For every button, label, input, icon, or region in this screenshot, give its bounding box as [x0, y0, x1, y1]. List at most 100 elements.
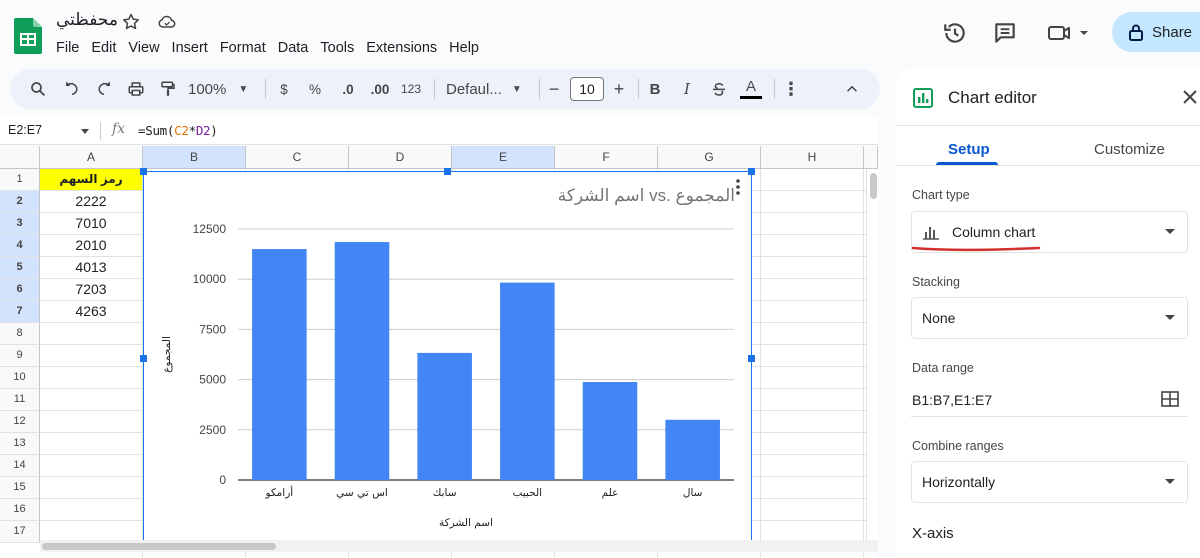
dropdown-caret-icon: [1165, 229, 1175, 234]
cell-a7[interactable]: 4263: [40, 301, 143, 323]
name-box-dropdown-icon[interactable]: [80, 126, 90, 136]
menu-extensions[interactable]: Extensions: [360, 38, 443, 58]
horizontal-scroll-thumb[interactable]: [42, 543, 276, 550]
row-header-13[interactable]: 13: [0, 433, 40, 455]
strikethrough-icon[interactable]: [708, 77, 730, 101]
increase-font-size-icon[interactable]: +: [610, 77, 628, 101]
cell-a2[interactable]: 2222: [40, 191, 143, 213]
row-header-4[interactable]: 4: [0, 235, 40, 257]
percent-format-button[interactable]: %: [304, 77, 326, 101]
row-header-6[interactable]: 6: [0, 279, 40, 301]
menu-edit[interactable]: Edit: [85, 38, 122, 58]
search-menus-icon[interactable]: [26, 77, 50, 101]
select-range-grid-icon[interactable]: [1161, 391, 1179, 407]
bold-button[interactable]: B: [646, 77, 664, 101]
y-tick-label: 5000: [199, 373, 226, 387]
column-header-a[interactable]: A: [40, 146, 143, 169]
menu-format[interactable]: Format: [214, 38, 272, 58]
document-title[interactable]: محفظتي: [56, 10, 118, 30]
column-header-d[interactable]: D: [349, 146, 452, 169]
chart-more-icon[interactable]: [735, 178, 741, 196]
bar-5: [665, 419, 720, 480]
x-tick-label: علم: [602, 487, 619, 499]
undo-icon[interactable]: [60, 77, 84, 101]
currency-format-button[interactable]: $: [274, 77, 294, 101]
text-color-button[interactable]: A: [738, 77, 764, 101]
cell-a3[interactable]: 7010: [40, 213, 143, 235]
menu-help[interactable]: Help: [443, 38, 485, 58]
row-header-17[interactable]: 17: [0, 521, 40, 543]
menu-bar: File Edit View Insert Format Data Tools …: [56, 38, 485, 58]
row-header-2[interactable]: 2: [0, 191, 40, 213]
row-header-9[interactable]: 9: [0, 345, 40, 367]
menu-data[interactable]: Data: [272, 38, 315, 58]
horizontal-scrollbar[interactable]: [40, 540, 878, 552]
formula-operator: *: [188, 123, 197, 138]
bar-1: [334, 242, 390, 480]
version-history-icon[interactable]: [942, 20, 968, 46]
zoom-value: 100%: [188, 80, 227, 98]
row-header-5[interactable]: 5: [0, 257, 40, 279]
row-header-7[interactable]: 7: [0, 301, 40, 323]
dropdown-caret-icon: [1165, 479, 1175, 484]
cell-a1[interactable]: رمز السهم: [40, 169, 143, 191]
row-header-1[interactable]: 1: [0, 169, 40, 191]
row-header-15[interactable]: 15: [0, 477, 40, 499]
row-header-3[interactable]: 3: [0, 213, 40, 235]
row-header-8[interactable]: 8: [0, 323, 40, 345]
vertical-scrollbar[interactable]: [866, 169, 878, 540]
decrease-font-size-icon[interactable]: −: [546, 77, 562, 101]
name-box[interactable]: E2:E7: [8, 123, 42, 137]
vertical-scroll-thumb[interactable]: [870, 173, 877, 199]
embedded-chart[interactable]: 0 2500 5000 7500 10000 12500 أرامكو اس تي سي ساب…: [140, 168, 755, 551]
cell-a6[interactable]: 7203: [40, 279, 143, 301]
menu-insert[interactable]: Insert: [166, 38, 214, 58]
combine-ranges-select[interactable]: Horizontally: [911, 461, 1188, 503]
tab-setup[interactable]: Setup: [948, 141, 990, 158]
select-all-corner[interactable]: [0, 146, 40, 169]
column-header-filler: [864, 146, 878, 169]
column-header-g[interactable]: G: [658, 146, 761, 169]
more-vert-icon[interactable]: ⋮: [782, 77, 800, 101]
decrease-decimal-button[interactable]: .0: [336, 77, 360, 101]
formula-input[interactable]: =Sum(C2*D2): [138, 123, 218, 138]
star-icon[interactable]: [121, 12, 141, 32]
print-icon[interactable]: [124, 77, 148, 101]
column-header-c[interactable]: C: [246, 146, 349, 169]
redo-icon[interactable]: [92, 77, 116, 101]
row-header-12[interactable]: 12: [0, 411, 40, 433]
column-header-b[interactable]: B: [143, 146, 246, 169]
comments-icon[interactable]: [992, 20, 1018, 46]
column-gridline: [760, 169, 761, 558]
column-header-f[interactable]: F: [555, 146, 658, 169]
font-size-input[interactable]: 10: [570, 77, 604, 101]
column-header-e[interactable]: E: [452, 146, 555, 169]
increase-decimal-button[interactable]: .00: [366, 77, 394, 101]
italic-button[interactable]: I: [678, 77, 696, 101]
share-button[interactable]: Share: [1112, 12, 1200, 52]
cell-a5[interactable]: 4013: [40, 257, 143, 279]
row-header-11[interactable]: 11: [0, 389, 40, 411]
tabs-divider: [896, 165, 1200, 166]
row-header-16[interactable]: 16: [0, 499, 40, 521]
row-header-14[interactable]: 14: [0, 455, 40, 477]
cloud-saved-icon[interactable]: [157, 12, 177, 32]
paint-format-icon[interactable]: [156, 77, 180, 101]
close-icon[interactable]: [1182, 89, 1198, 105]
zoom-select[interactable]: 100% ▼: [188, 77, 256, 101]
meet-camera-icon[interactable]: [1046, 20, 1090, 46]
tab-customize[interactable]: Customize: [1094, 141, 1165, 158]
menu-tools[interactable]: Tools: [314, 38, 360, 58]
font-value: Defaul...: [446, 80, 502, 98]
menu-file[interactable]: File: [56, 38, 85, 58]
font-select[interactable]: Defaul... ▼: [446, 77, 528, 101]
sheets-logo-icon[interactable]: [14, 18, 42, 54]
row-header-10[interactable]: 10: [0, 367, 40, 389]
column-header-h[interactable]: H: [761, 146, 864, 169]
number-format-button[interactable]: 123: [398, 77, 424, 101]
stacking-select[interactable]: None: [911, 297, 1188, 339]
menu-view[interactable]: View: [122, 38, 165, 58]
data-range-input[interactable]: B1:B7,E1:E7: [912, 392, 992, 408]
collapse-toolbar-icon[interactable]: [842, 77, 862, 101]
cell-a4[interactable]: 2010: [40, 235, 143, 257]
